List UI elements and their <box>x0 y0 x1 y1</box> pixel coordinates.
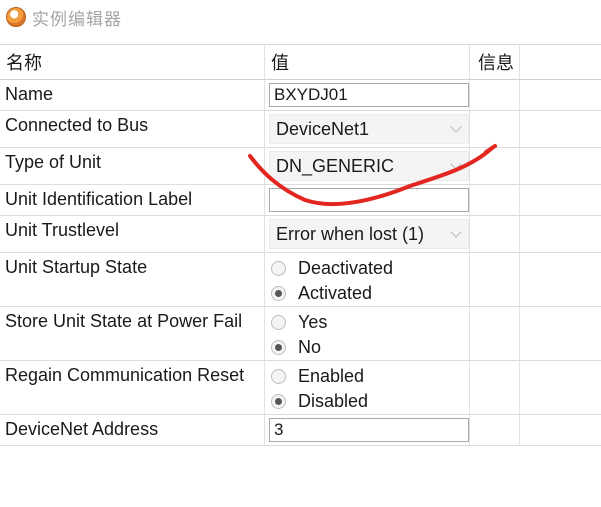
row-filler <box>520 111 601 147</box>
table-row: Type of Unit DN_GENERIC <box>0 148 601 185</box>
radio-button[interactable] <box>271 315 286 330</box>
instance-property-grid: 名称 值 信息 Name BXYDJ01 Connected to Bus De… <box>0 44 601 446</box>
radio-label: Deactivated <box>298 258 394 278</box>
row-value-cell: Yes No <box>265 307 470 360</box>
row-filler <box>520 80 601 110</box>
trustlevel-select[interactable]: Error when lost (1) <box>269 219 469 249</box>
row-filler <box>520 415 601 445</box>
unit-type-select[interactable]: DN_GENERIC <box>269 151 469 181</box>
row-info-cell <box>470 185 520 215</box>
row-value-cell <box>265 185 470 215</box>
row-label: Name <box>0 80 265 110</box>
row-label: Connected to Bus <box>0 111 265 147</box>
radio-button[interactable] <box>271 340 286 355</box>
row-info-cell <box>470 253 520 306</box>
header-info[interactable]: 信息 <box>470 45 520 79</box>
row-value-cell: 3 <box>265 415 470 445</box>
row-label: Store Unit State at Power Fail <box>0 307 265 360</box>
row-value-cell: BXYDJ01 <box>265 80 470 110</box>
row-filler <box>520 253 601 306</box>
row-filler <box>520 148 601 184</box>
app-logo-icon <box>6 7 26 27</box>
radio-label: No <box>298 337 322 357</box>
table-row: Unit Trustlevel Error when lost (1) <box>0 216 601 253</box>
row-info-cell <box>470 216 520 252</box>
radio-button[interactable] <box>271 369 286 384</box>
radio-option[interactable]: Enabled <box>269 364 469 389</box>
row-value-cell: DN_GENERIC <box>265 148 470 184</box>
row-info-cell <box>470 307 520 360</box>
radio-option[interactable]: Activated <box>269 281 469 306</box>
window-title-bar: 实例编辑器 <box>0 0 601 34</box>
header-value[interactable]: 值 <box>265 45 470 79</box>
window-title: 实例编辑器 <box>32 9 122 29</box>
row-info-cell <box>470 148 520 184</box>
row-label: DeviceNet Address <box>0 415 265 445</box>
row-filler <box>520 185 601 215</box>
radio-button[interactable] <box>271 261 286 276</box>
name-input[interactable]: BXYDJ01 <box>269 83 469 107</box>
row-label: Type of Unit <box>0 148 265 184</box>
table-row: Connected to Bus DeviceNet1 <box>0 111 601 148</box>
row-value-cell: Error when lost (1) <box>265 216 470 252</box>
header-name[interactable]: 名称 <box>0 45 265 79</box>
row-value-cell: Enabled Disabled <box>265 361 470 414</box>
row-info-cell <box>470 111 520 147</box>
row-filler <box>520 216 601 252</box>
connected-bus-value: DeviceNet1 <box>276 118 370 139</box>
connected-bus-select[interactable]: DeviceNet1 <box>269 114 469 144</box>
radio-label: Disabled <box>298 391 369 411</box>
row-label: Unit Identification Label <box>0 185 265 215</box>
row-label: Unit Trustlevel <box>0 216 265 252</box>
row-info-cell <box>470 361 520 414</box>
row-info-cell <box>470 415 520 445</box>
radio-option[interactable]: No <box>269 335 469 360</box>
radio-option[interactable]: Disabled <box>269 389 469 414</box>
row-value-cell: DeviceNet1 <box>265 111 470 147</box>
radio-button[interactable] <box>271 394 286 409</box>
chevron-down-icon <box>450 121 462 133</box>
row-label: Regain Communication Reset <box>0 361 265 414</box>
radio-button[interactable] <box>271 286 286 301</box>
table-row: Unit Identification Label <box>0 185 601 216</box>
radio-option[interactable]: Yes <box>269 310 469 335</box>
table-row: Regain Communication Reset Enabled Disab… <box>0 361 601 415</box>
unit-label-input[interactable] <box>269 188 469 212</box>
row-value-cell: Deactivated Activated <box>265 253 470 306</box>
chevron-down-icon <box>450 226 462 238</box>
devicenet-address-input[interactable]: 3 <box>269 418 469 442</box>
radio-label: Activated <box>298 283 373 303</box>
radio-label: Enabled <box>298 366 365 386</box>
table-row: Store Unit State at Power Fail Yes No <box>0 307 601 361</box>
row-label: Unit Startup State <box>0 253 265 306</box>
row-filler <box>520 361 601 414</box>
trustlevel-value: Error when lost (1) <box>276 223 425 244</box>
table-row: DeviceNet Address 3 <box>0 415 601 446</box>
unit-type-value: DN_GENERIC <box>276 155 395 176</box>
radio-option[interactable]: Deactivated <box>269 256 469 281</box>
grid-header: 名称 值 信息 <box>0 45 601 80</box>
table-row: Unit Startup State Deactivated Activated <box>0 253 601 307</box>
chevron-down-icon <box>450 158 462 170</box>
row-info-cell <box>470 80 520 110</box>
table-row: Name BXYDJ01 <box>0 80 601 111</box>
header-filler <box>520 45 601 79</box>
row-filler <box>520 307 601 360</box>
radio-label: Yes <box>298 312 328 332</box>
